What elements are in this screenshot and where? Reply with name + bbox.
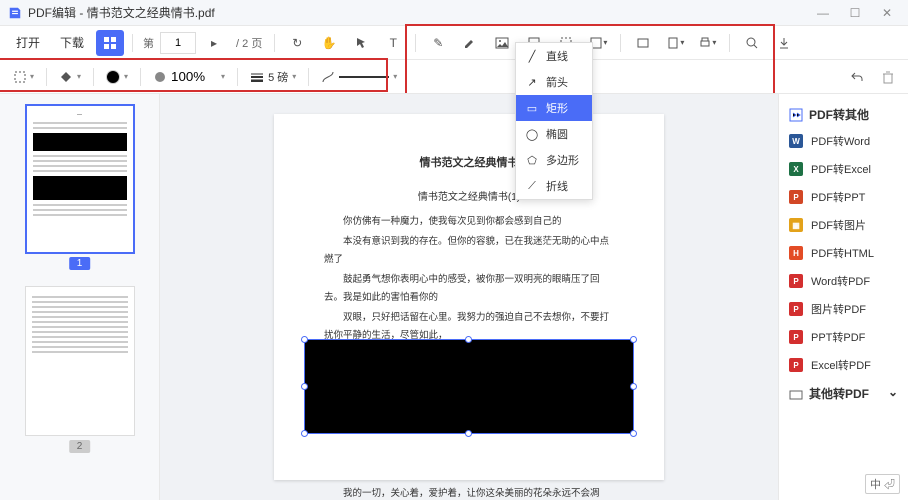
content-area: — 1 2 情书范文之经典情书 情书范文之经典情书(1) 你仿佛有一种魔力，使我… <box>0 94 908 500</box>
thumbnails-panel: — 1 2 <box>0 94 160 500</box>
app-name: PDF编辑 - 情书范文之经典情书.pdf <box>28 4 215 21</box>
shape-ellipse[interactable]: ◯椭圆 <box>516 121 592 147</box>
thumbnails-button[interactable] <box>96 30 124 56</box>
close-button[interactable]: ✕ <box>874 3 900 23</box>
document-view[interactable]: 情书范文之经典情书 情书范文之经典情书(1) 你仿佛有一种魔力，使我每次见到你都… <box>160 94 778 500</box>
shape-toolbar: ▾ ▾ ▾ ▾ 5 磅▾ ▾ <box>0 60 908 94</box>
undo-button[interactable] <box>844 65 870 89</box>
print-button[interactable]: ▾ <box>693 30 721 56</box>
rotate-button[interactable]: ↻ <box>283 30 311 56</box>
line-icon: ╱ <box>526 50 538 62</box>
folder-icon <box>789 387 803 401</box>
convert-excel-to-pdf[interactable]: PExcel转PDF <box>779 351 908 379</box>
convert-panel: PDF转其他 WPDF转Word XPDF转Excel PPDF转PPT ▦PD… <box>778 94 908 500</box>
main-toolbar: 打开 下载 第 ▸ / 2 页 ↻ ✋ T ✎ ▾ ▾ ▾ <box>0 26 908 60</box>
app-logo-icon <box>8 6 22 20</box>
next-page-button[interactable]: ▸ <box>200 30 228 56</box>
open-button[interactable]: 打开 <box>8 30 48 55</box>
convert-html[interactable]: HPDF转HTML <box>779 239 908 267</box>
convert-word-to-pdf[interactable]: PWord转PDF <box>779 267 908 295</box>
page-total-label: / 2 页 <box>236 35 262 51</box>
shape-dropdown: ╱直线 ↗箭头 ▭矩形 ◯椭圆 ⬠多边形 ⟋折线 <box>515 42 593 200</box>
paragraph: 鼓起勇气想你表明心中的感受，被你那一双明亮的眼睛压了回去。我是如此的害怕看你的 <box>324 271 614 307</box>
delete-button[interactable] <box>876 65 900 89</box>
convert-excel[interactable]: XPDF转Excel <box>779 155 908 183</box>
shape-line[interactable]: ╱直线 <box>516 43 592 69</box>
window-controls: ― ☐ ✕ <box>810 3 900 23</box>
thumbnail-page-2[interactable]: 2 <box>25 286 135 436</box>
polygon-icon: ⬠ <box>526 154 538 166</box>
minimize-button[interactable]: ― <box>810 3 836 23</box>
pdf-page: 情书范文之经典情书 情书范文之经典情书(1) 你仿佛有一种魔力，使我每次见到你都… <box>274 114 664 480</box>
convert-image[interactable]: ▦PDF转图片 <box>779 211 908 239</box>
shape-rect[interactable]: ▭矩形 <box>516 95 592 121</box>
convert-ppt-to-pdf[interactable]: PPPT转PDF <box>779 323 908 351</box>
thumbnail-page-1[interactable]: — 1 <box>25 104 135 254</box>
stroke-color-button[interactable]: ▾ <box>100 65 134 89</box>
polyline-icon: ⟋ <box>526 180 538 192</box>
text-button[interactable]: T <box>379 30 407 56</box>
opacity-button[interactable]: ▾ <box>147 65 231 89</box>
other-converts[interactable]: 其他转PDF ⌄ <box>779 379 908 408</box>
line-style-button[interactable]: ▾ <box>315 65 403 89</box>
maximize-button[interactable]: ☐ <box>842 3 868 23</box>
page-number-input[interactable] <box>160 32 196 54</box>
paragraph: 我的一切，关心着，爱护着，让你这朵美丽的花朵永远不会凋谢。哪怕是有狂风暴雨，我的 <box>324 485 614 500</box>
image-button[interactable] <box>488 30 516 56</box>
pan-button[interactable]: ✋ <box>315 30 343 56</box>
convert-image-to-pdf[interactable]: P图片转PDF <box>779 295 908 323</box>
shape-polyline[interactable]: ⟋折线 <box>516 173 592 199</box>
convert-ppt[interactable]: PPDF转PPT <box>779 183 908 211</box>
shape-arrow[interactable]: ↗箭头 <box>516 69 592 95</box>
pen-button[interactable]: ✎ <box>424 30 452 56</box>
ellipse-icon: ◯ <box>526 128 538 140</box>
download-button[interactable]: 下载 <box>52 30 92 55</box>
paragraph: 你仿佛有一种魔力，使我每次见到你都会感到自己的 <box>324 213 614 231</box>
footer: 中 ⏎ <box>865 474 900 494</box>
drawn-rectangle[interactable] <box>304 339 634 434</box>
stroke-width-button[interactable]: 5 磅▾ <box>244 65 302 89</box>
panel-header: PDF转其他 <box>779 102 908 127</box>
search-button[interactable] <box>738 30 766 56</box>
rect-icon: ▭ <box>526 102 538 114</box>
ime-indicator[interactable]: 中 ⏎ <box>865 474 900 494</box>
fit-button[interactable] <box>629 30 657 56</box>
arrow-icon: ↗ <box>526 76 538 88</box>
paragraph: 本没有意识到我的存在。但你的容貌，已在我迷茫无助的心中点燃了 <box>324 233 614 269</box>
shape-polygon[interactable]: ⬠多边形 <box>516 147 592 173</box>
export-button[interactable] <box>770 30 798 56</box>
highlight-button[interactable] <box>456 30 484 56</box>
page-layout-button[interactable]: ▾ <box>661 30 689 56</box>
titlebar: PDF编辑 - 情书范文之经典情书.pdf ― ☐ ✕ <box>0 0 908 26</box>
select-mode-button[interactable]: ▾ <box>8 65 40 89</box>
convert-word[interactable]: WPDF转Word <box>779 127 908 155</box>
cursor-button[interactable] <box>347 30 375 56</box>
fill-color-button[interactable]: ▾ <box>53 65 87 89</box>
convert-icon <box>789 108 803 122</box>
chevron-down-icon: ⌄ <box>888 385 898 402</box>
